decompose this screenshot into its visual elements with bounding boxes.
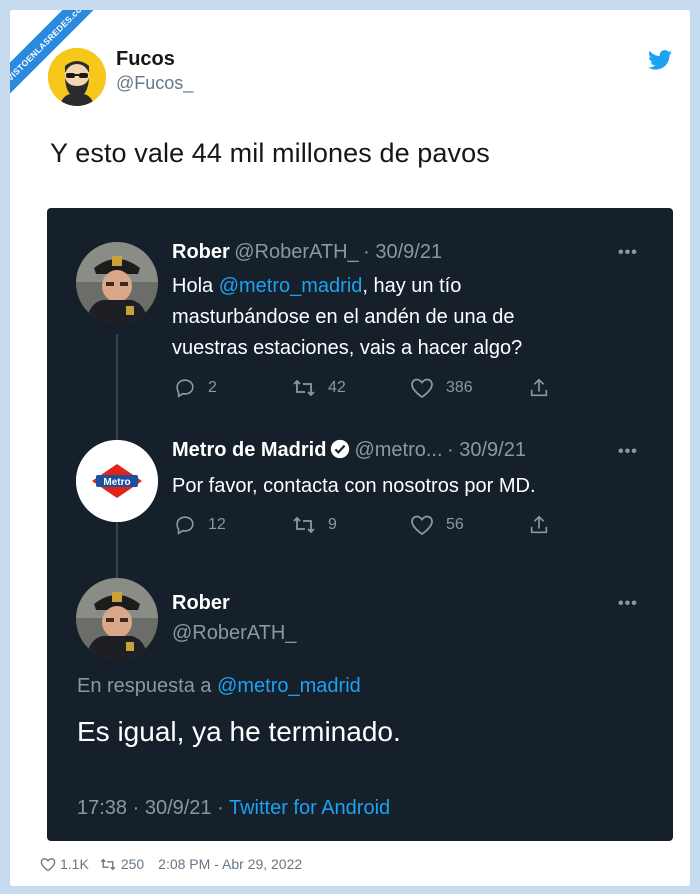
reply-count: 12 — [208, 516, 226, 533]
reply-count: 2 — [208, 379, 217, 396]
tweet2-handle[interactable]: @metro... — [354, 439, 442, 461]
tweet3-client[interactable]: Twitter for Android — [229, 797, 390, 819]
reply-button[interactable]: 2 — [174, 377, 292, 399]
embedded-screenshot: Rober @RoberATH_ · 30/9/21 ••• Hola @met… — [47, 208, 673, 841]
tweet1-date[interactable]: · 30/9/21 — [363, 241, 442, 263]
retweet-button[interactable]: 42 — [292, 377, 410, 399]
heart-icon[interactable] — [40, 857, 56, 872]
like-count: 386 — [446, 379, 473, 396]
tweet3-text: Es igual, ya he terminado. — [77, 716, 401, 747]
metro-logo-text: Metro — [103, 477, 130, 488]
more-options-icon[interactable]: ••• — [618, 443, 638, 461]
reply-button[interactable]: 12 — [174, 514, 292, 536]
retweet-icon — [293, 379, 315, 397]
thread-line — [116, 526, 118, 578]
twitter-bird-icon[interactable] — [648, 50, 672, 70]
share-button[interactable] — [528, 514, 646, 536]
tweet3-name[interactable]: Rober — [172, 592, 230, 615]
tweet1-text-line1: Hola @metro_madrid, hay un tío — [172, 271, 461, 302]
tweet3-timestamp: 17:38 · 30/9/21 · Twitter for Android — [77, 797, 390, 820]
author-handle[interactable]: @Fucos_ — [116, 73, 193, 94]
reply-context-mention[interactable]: @metro_madrid — [217, 675, 361, 697]
retweet-button[interactable]: 9 — [292, 514, 410, 536]
heart-icon — [411, 515, 433, 536]
tweet-footer: 1.1K 250 2:08 PM - Abr 29, 2022 — [40, 856, 308, 872]
police-officer-avatar-icon — [76, 242, 158, 324]
footer-retweet-count: 250 — [120, 856, 145, 872]
rober-avatar[interactable] — [76, 578, 158, 660]
tweet1-text-line3: vuestras estaciones, vais a hacer algo? — [172, 337, 523, 359]
tweet2-actions: 12 9 56 — [174, 514, 646, 536]
reply-context-prefix: En respuesta a — [77, 675, 218, 697]
tweet3-handle[interactable]: @RoberATH_ — [172, 622, 296, 645]
retweet-count: 9 — [328, 516, 337, 533]
tweet3-time: 17:38 · 30/9/21 · — [77, 797, 229, 819]
share-button[interactable] — [528, 377, 646, 399]
tweet1-text-before: Hola — [172, 275, 219, 297]
tweet2-date[interactable]: · 30/9/21 — [447, 439, 526, 461]
more-options-icon[interactable]: ••• — [618, 595, 638, 613]
retweet-icon — [293, 516, 315, 534]
tweet1-mention[interactable]: @metro_madrid — [219, 275, 363, 297]
reply-context: En respuesta a @metro_madrid — [77, 675, 361, 698]
tweet1-handle[interactable]: @RoberATH_ — [234, 241, 358, 263]
rober-avatar[interactable] — [76, 242, 158, 324]
like-button[interactable]: 56 — [410, 514, 528, 536]
reply-icon — [176, 379, 194, 398]
verified-badge-icon — [331, 439, 350, 459]
tweet1-name[interactable]: Rober — [172, 241, 230, 263]
author-name[interactable]: Fucos — [116, 48, 175, 71]
tweet2-name[interactable]: Metro de Madrid — [172, 439, 326, 461]
tweet1-text-line2: masturbándose en el andén de una de — [172, 306, 515, 328]
author-avatar[interactable] — [48, 48, 106, 106]
heart-icon — [411, 378, 433, 399]
reply-icon — [176, 516, 194, 535]
share-icon — [530, 515, 548, 534]
tweet1-line1-after: , hay un tío — [362, 275, 462, 297]
retweet-count: 42 — [328, 379, 346, 396]
like-button[interactable]: 386 — [410, 377, 528, 399]
retweet-icon[interactable] — [99, 857, 117, 872]
tweet1-actions: 2 42 386 — [174, 377, 646, 399]
tweet-card: VISTOENLASREDES.com Fucos @Fucos_ Y esto… — [10, 10, 690, 886]
metro-madrid-avatar[interactable]: Metro — [76, 440, 158, 522]
footer-timestamp[interactable]: 2:08 PM - Abr 29, 2022 — [158, 856, 302, 872]
tweet-text: Y esto vale 44 mil millones de pavos — [50, 138, 490, 168]
police-officer-avatar-icon — [76, 578, 158, 660]
bearded-face-icon — [48, 48, 106, 106]
footer-like-count: 1.1K — [60, 856, 89, 872]
more-options-icon[interactable]: ••• — [618, 244, 638, 262]
tweet2-text: Por favor, contacta con nosotros por MD. — [172, 475, 536, 497]
metro-logo-icon: Metro — [76, 440, 158, 522]
like-count: 56 — [446, 516, 464, 533]
share-icon — [530, 378, 548, 397]
